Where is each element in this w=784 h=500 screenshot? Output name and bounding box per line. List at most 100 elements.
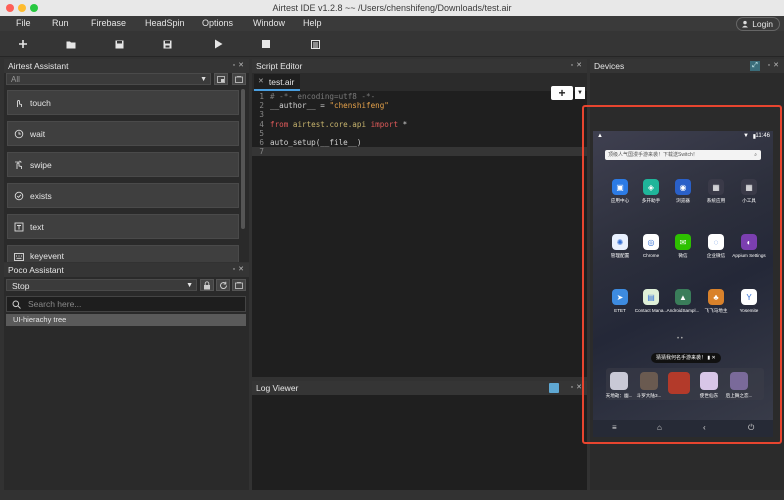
app-glyph: ▲	[675, 289, 691, 305]
devices-header: Devices ⤢ ▫✕	[590, 59, 784, 73]
app-icon[interactable]: Y Yosemite	[732, 289, 766, 313]
auto-record-icon[interactable]	[232, 73, 246, 85]
menu-firebase[interactable]: Firebase	[91, 16, 126, 31]
refresh-icon[interactable]	[216, 279, 230, 291]
power-icon[interactable]: ⏻	[748, 423, 754, 433]
menu-file[interactable]: File	[16, 16, 31, 31]
app-label: Appium Settings	[732, 253, 766, 258]
panel-float-close-icons[interactable]: ▫✕	[233, 263, 247, 277]
home-icon[interactable]: ⌂	[657, 423, 662, 432]
open-folder-icon[interactable]	[65, 38, 77, 50]
code-line-active: 7	[252, 147, 587, 157]
poco-assistant-header: Poco Assistant ▫✕	[4, 263, 249, 277]
exists-label: exists	[30, 190, 52, 201]
new-file-icon[interactable]	[17, 38, 29, 50]
app-glyph: ▣	[612, 179, 628, 195]
app-icon[interactable]: ◈ 多开助手	[634, 179, 668, 204]
app-icon[interactable]: ▲ AndroidSampl...	[666, 289, 700, 313]
code-line: 5	[252, 129, 587, 138]
device-screen[interactable]: ▲ ▼ ▮ 11:46 顶级人气国漫手游来袭！下载送Switch！ ⌕ ▣ 应用中…	[593, 131, 773, 437]
keyevent-button[interactable]: keyevent	[7, 245, 239, 262]
tab-label: test.air	[268, 77, 295, 87]
app-icon[interactable]: ▣ 应用中心	[603, 179, 637, 204]
dock-app-label: 天地劫：幽...	[605, 393, 633, 398]
airtest-assistant-header: Airtest Assistant ▫✕	[4, 59, 249, 73]
ui-hierarchy-tree-item[interactable]: UI-hierachy tree	[6, 314, 246, 326]
text-button[interactable]: text	[7, 214, 239, 239]
app-icon[interactable]: ◉ 浏览器	[666, 179, 700, 204]
menu-options[interactable]: Options	[202, 16, 233, 31]
phone-search-bar[interactable]: 顶级人气国漫手游来袭！下载送Switch！ ⌕	[605, 150, 761, 160]
report-icon[interactable]	[309, 38, 321, 50]
record-icon[interactable]	[232, 279, 246, 291]
app-icon[interactable]: ✺ 管理配置	[603, 234, 637, 259]
dock-app-icon[interactable]: 使世仙东	[692, 372, 726, 399]
close-window-button[interactable]	[6, 4, 14, 12]
lock-icon[interactable]	[200, 279, 214, 291]
menu-help[interactable]: Help	[303, 16, 322, 31]
app-icon[interactable]: ◎ Chrome	[634, 234, 668, 258]
text-box-icon	[14, 222, 24, 231]
back-icon[interactable]: ‹	[703, 423, 706, 432]
text-label: text	[30, 221, 44, 232]
app-icon[interactable]: ▦ 系统应用	[699, 179, 733, 204]
app-label: 浏览器	[676, 198, 690, 203]
wait-button[interactable]: wait	[7, 121, 239, 146]
menu-window[interactable]: Window	[253, 16, 285, 31]
app-glyph: ♣	[708, 289, 724, 305]
app-glyph: ◌	[708, 234, 724, 250]
app-label: AndroidSampl...	[666, 308, 700, 313]
exists-button[interactable]: exists	[7, 183, 239, 208]
app-icon[interactable]: ♣ 飞飞马地主	[699, 289, 733, 314]
app-icon[interactable]: ▤ Contact Mana...	[634, 289, 668, 313]
app-icon[interactable]: ➤ ETET	[603, 289, 637, 313]
search-icon: ⌕	[754, 152, 757, 158]
dock-app-icon[interactable]	[662, 372, 696, 397]
script-editor-header: Script Editor ▫✕	[252, 59, 587, 73]
app-icon[interactable]: ✉ 微信	[666, 234, 700, 259]
swipe-button[interactable]: swipe	[7, 152, 239, 177]
api-filter-select[interactable]: All ▼	[6, 73, 211, 85]
save-as-icon[interactable]	[161, 38, 173, 50]
toast-message: 猜猜我何名手游来袭！ ▮ ✕	[651, 353, 721, 363]
touch-button[interactable]: touch	[7, 90, 239, 115]
dock-app-icon[interactable]: 后上舞之恋...	[722, 372, 756, 399]
game-icon	[730, 372, 748, 390]
app-icon[interactable]: ◐ Appium Settings	[732, 234, 766, 258]
close-tab-icon[interactable]: ✕	[258, 74, 264, 89]
tab-test-air[interactable]: ✕ test.air	[254, 74, 301, 91]
menu-headspin[interactable]: HeadSpin	[145, 16, 185, 31]
menu-run[interactable]: Run	[52, 16, 69, 31]
menu-icon[interactable]: ≡	[612, 423, 617, 432]
app-icon[interactable]: ▦ 小工具	[732, 179, 766, 204]
wifi-icon: ▼	[743, 133, 749, 139]
app-icon[interactable]: ◌ 企业微信	[699, 234, 733, 259]
scrollbar[interactable]	[241, 89, 245, 229]
dock-app-icon[interactable]: 斗罗大陆3...	[632, 372, 666, 399]
title-bar: Airtest IDE v1.2.8 ~~ /Users/chenshifeng…	[0, 0, 784, 16]
line-number: 6	[259, 137, 264, 147]
login-button[interactable]: Login	[736, 17, 780, 31]
run-icon[interactable]	[212, 38, 224, 50]
expand-icon[interactable]: ⤢	[750, 61, 760, 71]
swipe-icon	[15, 159, 23, 169]
save-icon[interactable]	[113, 38, 125, 50]
panel-float-close-icons[interactable]: ▫✕	[233, 59, 247, 73]
panel-float-close-icons[interactable]: ▫✕	[768, 59, 782, 73]
app-label: 管理配置	[610, 253, 630, 258]
poco-mode-select[interactable]: Stop ▼	[6, 279, 197, 291]
panel-float-close-icons[interactable]: ▫✕	[571, 59, 585, 73]
filter-icon[interactable]	[549, 383, 559, 393]
record-screen-icon[interactable]	[214, 73, 228, 85]
dock-app-icon[interactable]: 天地劫：幽...	[602, 372, 636, 399]
zoom-window-button[interactable]	[30, 4, 38, 12]
chevron-down-icon: ▼	[186, 282, 193, 289]
script-editor-panel: Script Editor ▫✕ ✕ test.air + ▼ 1 # -*- e…	[252, 59, 587, 377]
clock-icon	[14, 129, 24, 138]
poco-search-input[interactable]	[28, 299, 228, 309]
app-label: 微信	[678, 253, 688, 258]
stop-icon[interactable]	[260, 38, 272, 50]
code-editor[interactable]: 1 # -*- encoding=utf8 -*- 2 __author__ = "…	[252, 92, 587, 157]
code-line: 2 __author__ = "chenshifeng"	[252, 101, 587, 110]
minimize-window-button[interactable]	[18, 4, 26, 12]
